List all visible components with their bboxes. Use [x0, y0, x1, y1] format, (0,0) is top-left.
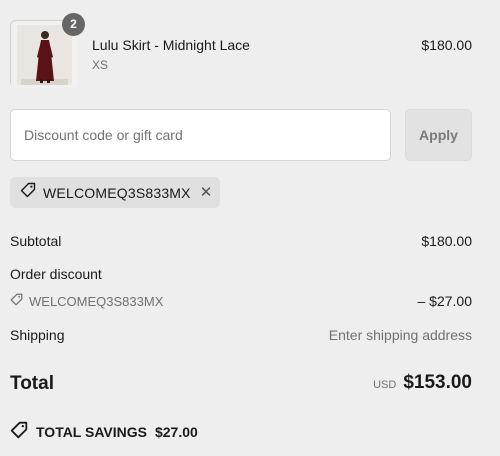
tag-icon: [20, 182, 36, 203]
total-amount: $153.00: [403, 372, 472, 393]
total-value-group: USD $153.00: [373, 372, 472, 394]
product-variant: XS: [92, 58, 109, 72]
apply-discount-button[interactable]: Apply: [405, 109, 472, 161]
product-thumbnail: 2: [10, 13, 85, 88]
total-label: Total: [10, 373, 54, 394]
discount-code-input[interactable]: [10, 109, 391, 161]
applied-discount-chip: WELCOMEQ3S833MX ✕: [10, 177, 220, 208]
quantity-badge: 2: [62, 13, 85, 36]
close-icon[interactable]: ✕: [200, 185, 213, 200]
tag-icon: [10, 421, 28, 442]
total-savings-label: TOTAL SAVINGS: [36, 423, 147, 440]
total-savings: TOTAL SAVINGS $27.00: [10, 421, 198, 442]
tag-icon: [10, 293, 23, 309]
discount-code-line: WELCOMEQ3S833MX: [10, 293, 163, 309]
subtotal-label: Subtotal: [10, 233, 62, 249]
currency-code: USD: [373, 379, 397, 391]
discount-code-label: WELCOMEQ3S833MX: [29, 293, 164, 309]
order-discount-label: Order discount: [10, 266, 102, 282]
applied-discount-code: WELCOMEQ3S833MX: [43, 184, 191, 201]
product-name: Lulu Skirt - Midnight Lace: [92, 37, 250, 53]
shipping-value: Enter shipping address: [328, 327, 472, 343]
discount-value: – $27.00: [417, 293, 473, 309]
subtotal-value: $180.00: [421, 233, 472, 249]
product-price: $180.00: [421, 37, 472, 53]
total-savings-value: $27.00: [154, 423, 198, 440]
shipping-label: Shipping: [10, 327, 65, 343]
